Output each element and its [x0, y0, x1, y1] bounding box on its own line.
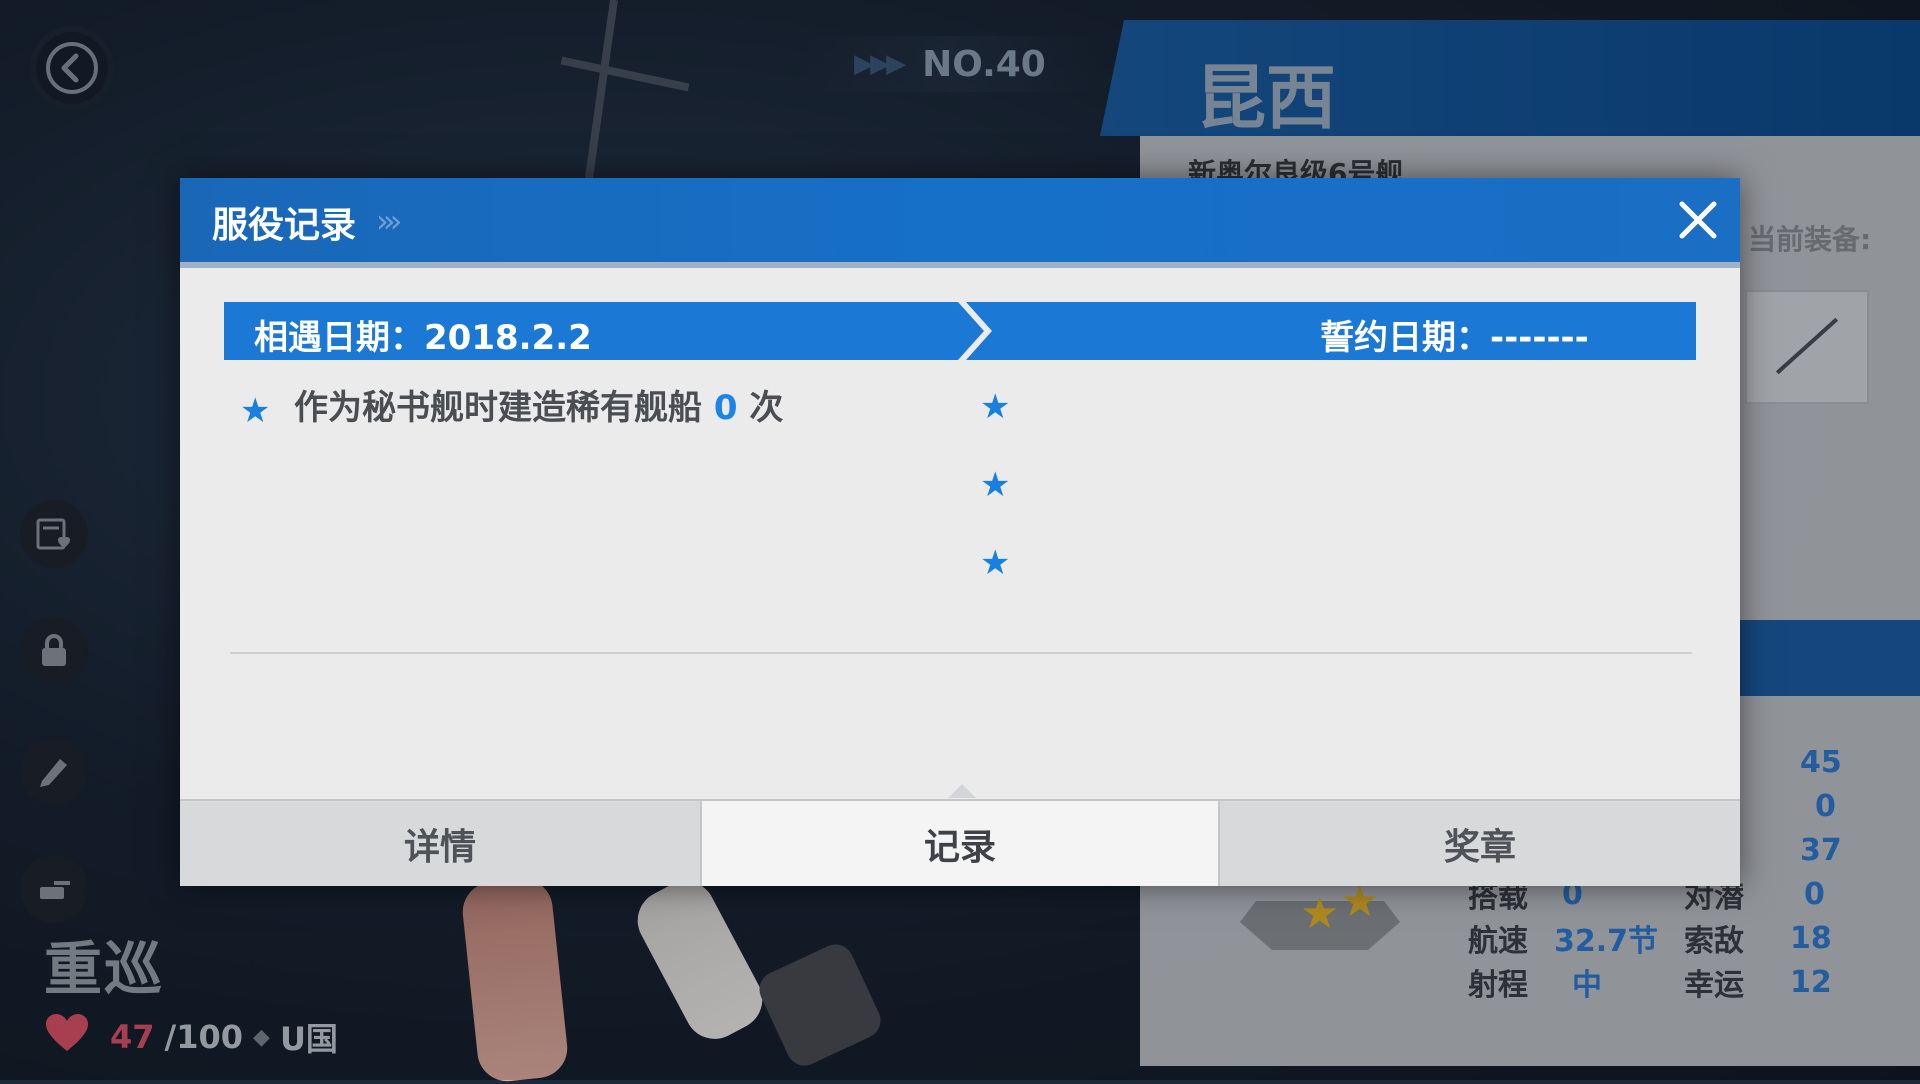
record-count: 0 — [713, 388, 738, 428]
encounter-date: 相遇日期：2018.2.2 — [254, 318, 592, 358]
dialog-title: 服役记录 — [212, 205, 357, 246]
record-entry-text: 作为秘书舰时建造稀有舰船 — [294, 388, 702, 428]
record-star-icon: ★ — [240, 391, 271, 431]
date-bar: 相遇日期：2018.2.2 誓约日期：------- — [224, 302, 1696, 360]
title-chevron-icon: ››› — [376, 202, 403, 240]
tab-medals[interactable]: 奖章 — [1220, 799, 1740, 886]
close-button[interactable] — [1670, 192, 1726, 248]
dialog-header: 服役记录 ››› — [180, 178, 1740, 268]
record-entry-suffix: 次 — [749, 388, 784, 428]
oath-date: 誓约日期：------- — [1320, 318, 1589, 358]
active-tab-pointer-icon — [948, 784, 976, 798]
record-entry: 作为秘书舰时建造稀有舰船 0 次 — [294, 380, 783, 429]
tab-details[interactable]: 详情 — [180, 799, 700, 886]
dialog-tabs: 详情 记录 奖章 — [180, 799, 1740, 886]
service-record-dialog: 服役记录 ››› 相遇日期：2018.2.2 誓约日期：------- ★ 作为… — [180, 178, 1740, 886]
content-divider — [230, 652, 1692, 654]
oath-star-icon: ★ — [980, 387, 1011, 427]
close-icon — [1679, 201, 1717, 239]
tab-records[interactable]: 记录 — [700, 799, 1220, 886]
oath-star-icon: ★ — [980, 465, 1011, 505]
oath-star-icon: ★ — [980, 543, 1011, 583]
